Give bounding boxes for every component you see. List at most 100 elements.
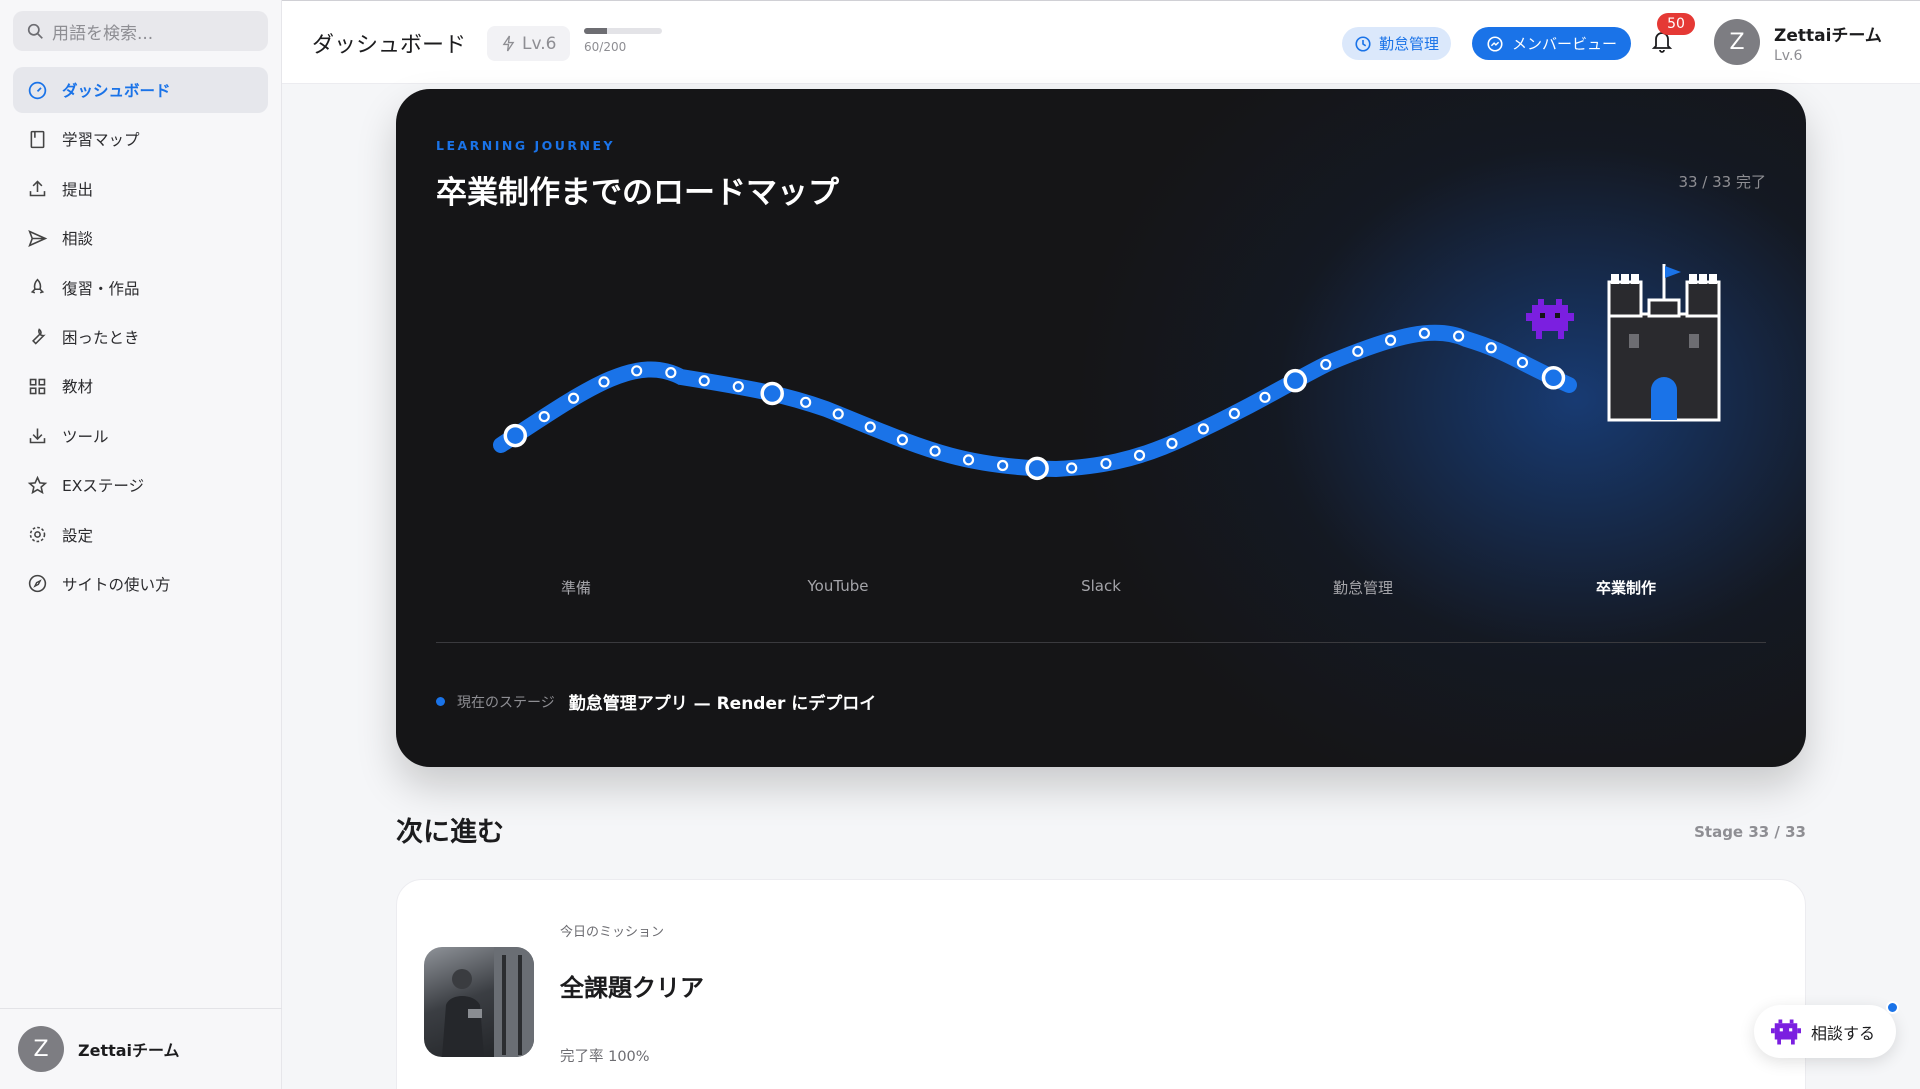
mission-card[interactable]: 今日のミッション 全課題クリア 完了率 100% xyxy=(396,879,1806,1089)
milestone-node[interactable] xyxy=(1283,368,1308,393)
sidebar-item-dashboard[interactable]: ダッシュボード xyxy=(13,67,268,113)
sidebar-item-label: 困ったとき xyxy=(62,328,140,347)
milestone-node[interactable] xyxy=(503,423,528,448)
stage-node[interactable] xyxy=(1166,437,1178,449)
stage-node[interactable] xyxy=(631,365,643,377)
stage-node[interactable] xyxy=(1133,449,1146,461)
sidebar-item-label: サイトの使い方 xyxy=(62,575,171,594)
stage-node[interactable] xyxy=(929,445,941,457)
next-stage-count: Stage 33 / 33 xyxy=(1694,823,1806,841)
level-text: Lv.6 xyxy=(522,33,557,54)
person-image xyxy=(442,947,534,1057)
xp-progress: 60/200 xyxy=(584,28,662,54)
stage-node[interactable] xyxy=(1516,356,1529,369)
milestone-node[interactable] xyxy=(1541,366,1566,390)
current-stage-dot xyxy=(436,697,445,706)
sidebar-item-ex-stage[interactable]: EXステージ xyxy=(13,462,268,508)
sidebar-user-name: Zettaiチーム xyxy=(78,1041,180,1060)
stage-nodes xyxy=(503,327,1566,481)
sidebar-item-submit[interactable]: 提出 xyxy=(13,166,268,212)
sidebar-item-label: ツール xyxy=(62,427,109,446)
stage-node[interactable] xyxy=(896,434,909,446)
stage-node[interactable] xyxy=(1197,423,1209,435)
sidebar-item-tools[interactable]: ツール xyxy=(13,413,268,459)
stage-label: 準備 xyxy=(560,579,592,597)
milestone-node[interactable] xyxy=(1025,456,1049,481)
roadmap-path xyxy=(493,264,1721,481)
attendance-button[interactable]: 勤怠管理 xyxy=(1342,27,1452,60)
star-icon xyxy=(27,475,48,494)
grid-icon xyxy=(29,378,46,395)
member-view-button[interactable]: メンバービュー xyxy=(1472,27,1632,60)
stage-node[interactable] xyxy=(832,408,844,420)
stage-node[interactable] xyxy=(598,376,610,388)
sidebar-item-label: EXステージ xyxy=(62,477,145,496)
stage-node[interactable] xyxy=(1228,407,1240,420)
sidebar-item-how-to[interactable]: サイトの使い方 xyxy=(13,561,268,607)
compass-icon xyxy=(28,575,47,593)
sidebar-item-label: 設定 xyxy=(62,526,94,545)
stage-labels: 準備 YouTube Slack 勤怠管理 卒業制作 xyxy=(396,577,1806,601)
stage-node[interactable] xyxy=(698,375,710,387)
monster-icon xyxy=(1771,1019,1801,1044)
roadmap-track xyxy=(493,324,1577,478)
dashboard-icon xyxy=(28,81,47,99)
sidebar-item-materials[interactable]: 教材 xyxy=(13,363,268,409)
stage-label: 勤怠管理 xyxy=(1332,579,1394,597)
stage-node[interactable] xyxy=(962,454,975,466)
header-user-name: Zettaiチーム xyxy=(1774,25,1882,46)
sidebar: 用語を検索... ダッシュボード 学習マップ 提出 相談 復習・作品 困ったとき xyxy=(0,0,282,1089)
stage-node[interactable] xyxy=(1320,358,1332,371)
sidebar-item-learning-map[interactable]: 学習マップ xyxy=(13,116,268,162)
sidebar-item-label: 相談 xyxy=(62,230,94,249)
stage-node[interactable] xyxy=(997,459,1009,472)
search-icon xyxy=(27,23,43,39)
stage-label: Slack xyxy=(1081,577,1121,595)
search-input[interactable]: 用語を検索... xyxy=(13,11,268,51)
sidebar-item-help[interactable]: 困ったとき xyxy=(13,314,268,360)
monster-icon xyxy=(1526,299,1574,339)
lightning-icon xyxy=(502,35,515,52)
sidebar-item-label: 提出 xyxy=(62,180,94,199)
xp-fill xyxy=(584,28,608,34)
sidebar-user[interactable]: Z Zettaiチーム xyxy=(0,1008,282,1089)
stage-node[interactable] xyxy=(800,396,812,408)
stage-node[interactable] xyxy=(1453,330,1465,342)
stage-node[interactable] xyxy=(732,381,744,393)
stage-node[interactable] xyxy=(1100,457,1112,470)
wrench-icon xyxy=(32,328,46,346)
stage-label-final: 卒業制作 xyxy=(1595,579,1657,597)
sidebar-item-consult[interactable]: 相談 xyxy=(13,215,268,261)
rocket-icon xyxy=(30,278,45,294)
sidebar-item-review[interactable]: 復習・作品 xyxy=(13,265,268,311)
search-placeholder: 用語を検索... xyxy=(52,23,154,44)
notification-badge: 50 xyxy=(1657,13,1695,35)
consult-button[interactable]: 相談する xyxy=(1754,1001,1899,1058)
upload-icon xyxy=(29,180,46,197)
header-user-level: Lv.6 xyxy=(1774,47,1803,64)
stage-node[interactable] xyxy=(1259,391,1271,403)
stage-node[interactable] xyxy=(665,367,677,379)
stage-node[interactable] xyxy=(1352,345,1364,357)
sidebar-item-label: 復習・作品 xyxy=(62,279,140,298)
member-view-label: メンバービュー xyxy=(1512,35,1618,53)
stage-node[interactable] xyxy=(1384,334,1397,346)
current-stage: 現在のステージ 勤怠管理アプリ — Render にデプロイ xyxy=(436,689,876,714)
current-stage-label: 現在のステージ xyxy=(457,694,555,711)
next-section-title: 次に進む xyxy=(396,817,504,848)
download-icon xyxy=(29,428,46,444)
level-badge: Lv.6 xyxy=(487,26,571,61)
sidebar-item-label: 学習マップ xyxy=(62,131,140,150)
clock-icon xyxy=(1355,35,1371,52)
milestone-node[interactable] xyxy=(760,381,784,406)
sidebar-item-settings[interactable]: 設定 xyxy=(13,512,268,558)
stage-node[interactable] xyxy=(538,410,550,423)
gauge-icon xyxy=(1487,35,1503,52)
stage-node[interactable] xyxy=(1418,327,1430,339)
stage-node[interactable] xyxy=(1485,342,1497,354)
stage-node[interactable] xyxy=(1066,462,1078,474)
header-user[interactable]: Z Zettaiチーム Lv.6 xyxy=(1714,19,1882,65)
mission-completion-rate: 完了率 100% xyxy=(560,1049,650,1065)
stage-node[interactable] xyxy=(864,421,876,433)
stage-node[interactable] xyxy=(567,392,580,404)
